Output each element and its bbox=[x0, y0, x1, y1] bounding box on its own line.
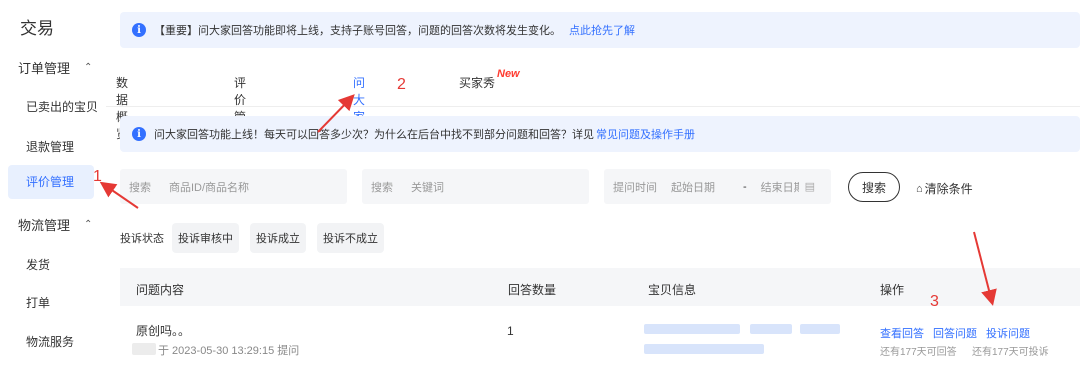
annotation-overlay bbox=[99, 94, 997, 306]
annotation-number-2: 2 bbox=[397, 76, 406, 93]
annotation-number-1: 1 bbox=[93, 168, 102, 185]
annotation-arrow-2 bbox=[317, 94, 355, 133]
annotation-arrow-1 bbox=[99, 181, 139, 209]
annotation-number-3: 3 bbox=[930, 293, 939, 310]
annotation-arrow-3 bbox=[973, 231, 997, 306]
